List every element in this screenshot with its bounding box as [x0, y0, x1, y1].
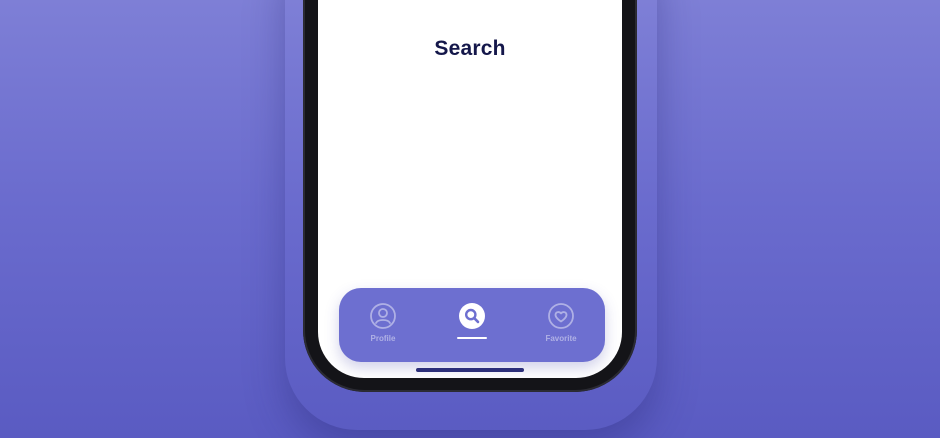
- tab-favorite-label: Favorite: [545, 334, 577, 343]
- tab-profile-label: Profile: [370, 334, 396, 343]
- tab-favorite[interactable]: Favorite: [526, 302, 596, 354]
- heart-icon: [548, 303, 574, 329]
- app-screen: Search Profile Favorite: [318, 0, 622, 378]
- bottom-tab-bar: Profile Favorite: [339, 288, 605, 362]
- profile-icon: [370, 303, 396, 329]
- tab-search[interactable]: [437, 302, 507, 354]
- active-tab-indicator: [457, 337, 487, 339]
- search-icon: [459, 303, 485, 329]
- phone-device: Search Profile Favorite: [303, 0, 637, 392]
- page-title: Search: [434, 37, 506, 60]
- tab-profile[interactable]: Profile: [348, 302, 418, 354]
- home-indicator: [416, 368, 524, 372]
